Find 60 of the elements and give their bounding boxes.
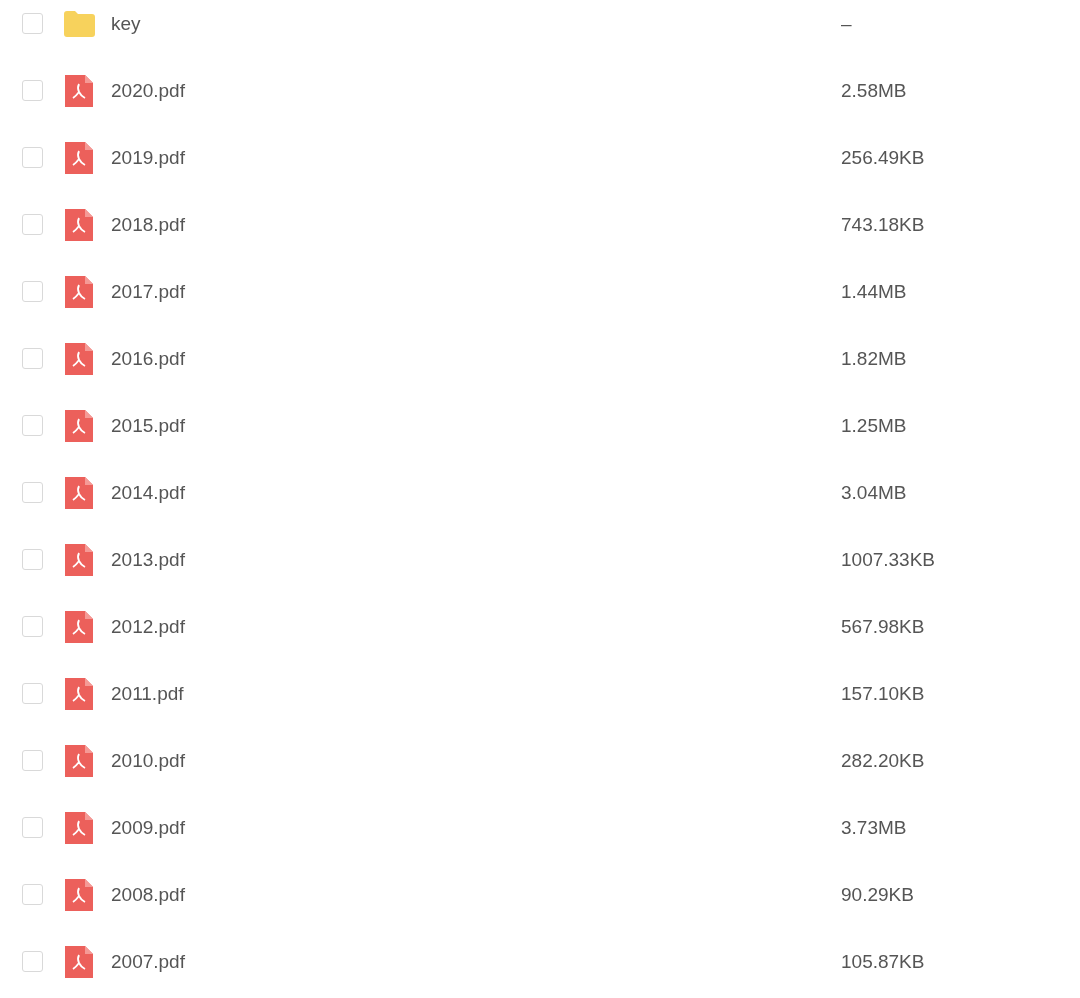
folder-icon: [62, 9, 96, 38]
pdf-file-icon: [64, 542, 94, 577]
pdf-file-icon: [64, 274, 94, 309]
file-size: 256.49KB: [841, 146, 925, 169]
file-name[interactable]: 2007.pdf: [111, 950, 841, 973]
file-name[interactable]: 2014.pdf: [111, 481, 841, 504]
pdf-file-icon: [64, 877, 94, 912]
file-name[interactable]: 2013.pdf: [111, 548, 841, 571]
checkbox[interactable]: [22, 750, 43, 771]
checkbox[interactable]: [22, 817, 43, 838]
file-size: 567.98KB: [841, 615, 925, 638]
pdf-file-icon: [64, 140, 94, 175]
pdf-file-icon: [64, 475, 94, 510]
checkbox[interactable]: [22, 214, 43, 235]
file-size: 1.82MB: [841, 347, 907, 370]
pdf-file-icon: [64, 408, 94, 443]
file-size: 1007.33KB: [841, 548, 936, 571]
file-name[interactable]: 2015.pdf: [111, 414, 841, 437]
file-name[interactable]: 2020.pdf: [111, 79, 841, 102]
checkbox[interactable]: [22, 13, 43, 34]
checkbox[interactable]: [22, 348, 43, 369]
file-name[interactable]: 2009.pdf: [111, 816, 841, 839]
file-size: 1.25MB: [841, 414, 907, 437]
file-size: 743.18KB: [841, 213, 925, 236]
file-size: 3.04MB: [841, 481, 907, 504]
file-name[interactable]: 2011.pdf: [111, 682, 841, 705]
file-name[interactable]: 2012.pdf: [111, 615, 841, 638]
checkbox[interactable]: [22, 549, 43, 570]
checkbox[interactable]: [22, 884, 43, 905]
file-size: 2.58MB: [841, 79, 907, 102]
file-size: 90.29KB: [841, 883, 914, 906]
checkbox[interactable]: [22, 951, 43, 972]
file-size: 105.87KB: [841, 950, 925, 973]
pdf-file-icon: [64, 743, 94, 778]
file-name[interactable]: 2010.pdf: [111, 749, 841, 772]
file-size: 157.10KB: [841, 682, 925, 705]
checkbox[interactable]: [22, 415, 43, 436]
file-size: 282.20KB: [841, 749, 925, 772]
pdf-file-icon: [64, 341, 94, 376]
pdf-file-icon: [64, 944, 94, 979]
checkbox[interactable]: [22, 683, 43, 704]
checkbox[interactable]: [22, 281, 43, 302]
file-size: –: [841, 12, 852, 35]
checkbox[interactable]: [22, 147, 43, 168]
pdf-file-icon: [64, 810, 94, 845]
file-name[interactable]: key: [111, 12, 841, 35]
pdf-file-icon: [64, 676, 94, 711]
pdf-file-icon: [64, 609, 94, 644]
checkbox[interactable]: [22, 616, 43, 637]
file-name[interactable]: 2008.pdf: [111, 883, 841, 906]
file-name[interactable]: 2017.pdf: [111, 280, 841, 303]
file-name[interactable]: 2016.pdf: [111, 347, 841, 370]
pdf-file-icon: [64, 207, 94, 242]
file-size: 3.73MB: [841, 816, 907, 839]
checkbox[interactable]: [22, 482, 43, 503]
file-name[interactable]: 2018.pdf: [111, 213, 841, 236]
checkbox[interactable]: [22, 80, 43, 101]
pdf-file-icon: [64, 73, 94, 108]
file-name[interactable]: 2019.pdf: [111, 146, 841, 169]
file-size: 1.44MB: [841, 280, 907, 303]
